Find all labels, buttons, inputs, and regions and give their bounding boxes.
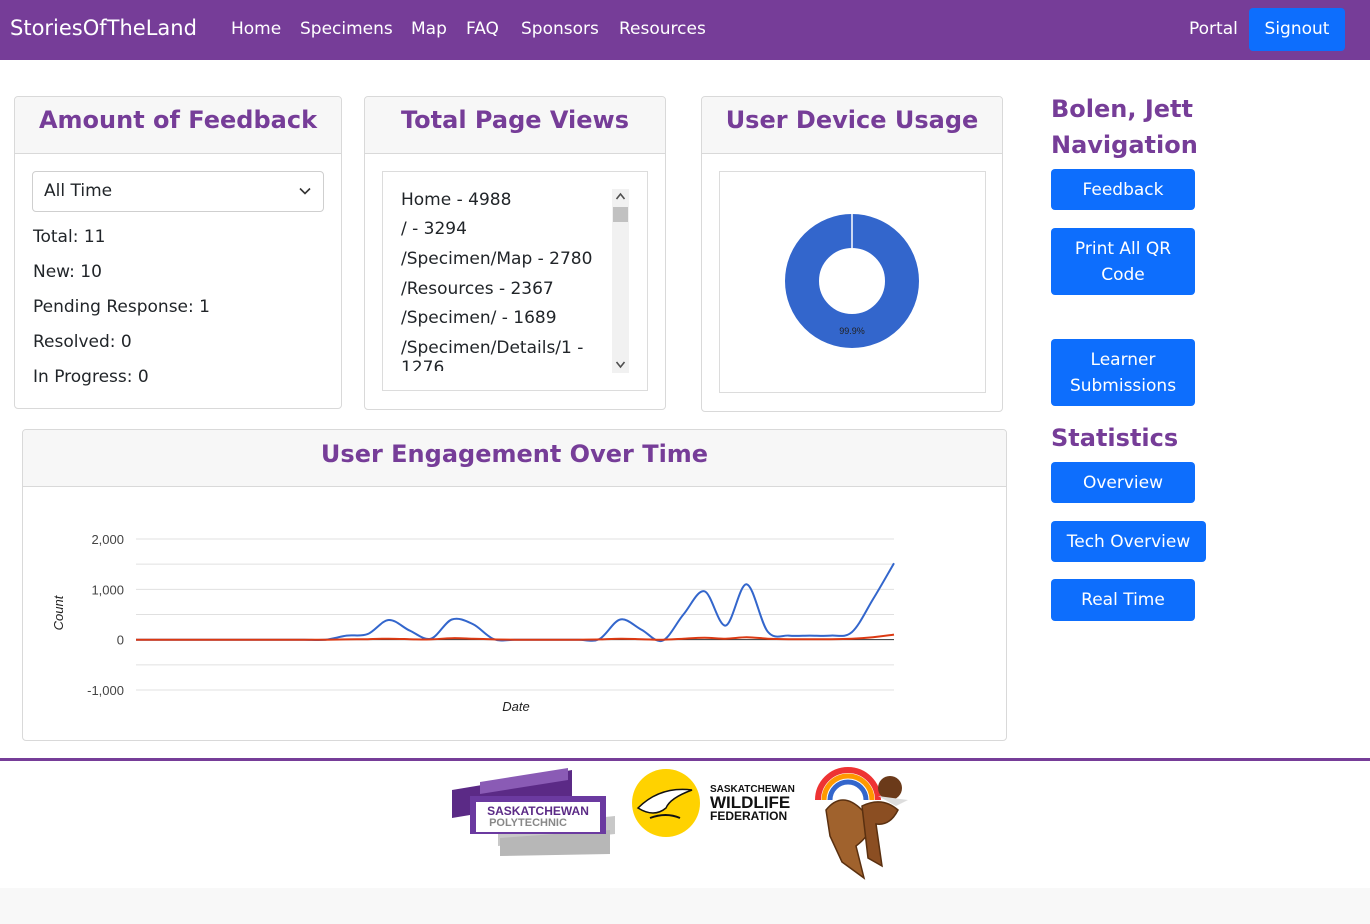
y-tick-label: -1,000 (87, 683, 124, 698)
feedback-button-label: Feedback (1082, 179, 1164, 200)
device-donut-chart: 99.9% (785, 214, 919, 348)
list-item: /Resources - 2367 (401, 279, 554, 299)
footer-bar (0, 888, 1370, 924)
feedback-total: Total: 11 (33, 227, 106, 247)
engagement-line-chart: 2,000 1,000 0 -1,000 Count Date (51, 532, 895, 714)
sask-poly-text-1: SASKATCHEWAN (487, 804, 589, 818)
time-range-select[interactable]: All Time (32, 171, 324, 212)
print-qr-button[interactable]: Print All QR Code (1051, 228, 1195, 295)
engagement-card: User Engagement Over Time 2,000 1,000 0 -1,… (22, 429, 1007, 741)
list-item: / - 3294 (401, 219, 467, 239)
scroll-up-icon[interactable] (615, 192, 626, 201)
y-axis-label: Count (51, 594, 66, 630)
page-views-list[interactable]: Home - 4988 / - 3294 /Specimen/Map - 278… (401, 189, 611, 371)
print-qr-button-label: Print All QR Code (1074, 238, 1172, 285)
device-usage-card-title: User Device Usage (725, 106, 979, 134)
overview-button[interactable]: Overview (1051, 462, 1195, 503)
device-usage-card: User Device Usage 99.9% (701, 96, 1003, 412)
footer-divider (0, 758, 1370, 761)
feedback-pending: Pending Response: 1 (33, 297, 210, 317)
nav-faq[interactable]: FAQ (466, 19, 499, 39)
statistics-heading: Statistics (1051, 424, 1179, 452)
feedback-new: New: 10 (33, 262, 102, 282)
device-usage-chart-box: 99.9% (719, 171, 986, 393)
donut-slice-label: 99.9% (839, 326, 865, 336)
y-tick-label: 2,000 (91, 532, 124, 547)
top-navbar: StoriesOfTheLand Home Specimens Map FAQ … (0, 0, 1370, 60)
wildlife-federation-logo: SASKATCHEWAN WILDLIFE FEDERATION (632, 769, 795, 837)
nav-home[interactable]: Home (231, 19, 281, 39)
time-range-value: All Time (44, 181, 113, 201)
device-usage-card-header: User Device Usage (702, 97, 1002, 154)
feedback-button[interactable]: Feedback (1051, 169, 1195, 210)
list-item: 1276 (401, 358, 445, 371)
list-item: Home - 4988 (401, 190, 512, 210)
page-views-list-box: Home - 4988 / - 3294 /Specimen/Map - 278… (382, 171, 648, 391)
scroll-down-icon[interactable] (615, 360, 626, 369)
nav-specimens[interactable]: Specimens (300, 19, 393, 39)
learner-submissions-button[interactable]: Learner Submissions (1051, 339, 1195, 406)
list-item: /Specimen/Map - 2780 (401, 249, 593, 269)
tech-overview-button[interactable]: Tech Overview (1051, 521, 1206, 562)
signout-button[interactable]: Signout (1249, 8, 1345, 51)
feedback-resolved: Resolved: 0 (33, 332, 132, 352)
nav-resources[interactable]: Resources (619, 19, 706, 39)
list-item: /Specimen/Details/1 - (401, 338, 584, 358)
real-time-button[interactable]: Real Time (1051, 579, 1195, 621)
saskatchewan-polytechnic-logo: SASKATCHEWAN POLYTECHNIC (452, 768, 615, 856)
real-time-button-label: Real Time (1081, 590, 1165, 610)
nav-sponsors[interactable]: Sponsors (521, 19, 599, 39)
page-views-scrollbar[interactable] (612, 189, 629, 373)
indigenous-partner-logo (815, 767, 908, 880)
feedback-card-title: Amount of Feedback (38, 106, 318, 134)
list-item: /Specimen/ - 1689 (401, 308, 557, 328)
x-axis-label: Date (502, 699, 529, 714)
page-views-card: Total Page Views Home - 4988 / - 3294 /S… (364, 96, 666, 410)
page-views-card-header: Total Page Views (365, 97, 665, 154)
wildlife-text-3: FEDERATION (710, 809, 787, 823)
chevron-down-icon (299, 187, 311, 195)
page-views-card-title: Total Page Views (401, 106, 629, 134)
tech-overview-button-label: Tech Overview (1066, 531, 1191, 552)
navigation-heading: Navigation (1051, 131, 1198, 159)
sask-poly-text-2: POLYTECHNIC (489, 817, 567, 829)
feedback-card-header: Amount of Feedback (15, 97, 341, 154)
series-line-0[interactable] (136, 562, 895, 643)
brand-link[interactable]: StoriesOfTheLand (10, 16, 197, 40)
engagement-card-header: User Engagement Over Time (23, 430, 1006, 487)
portal-link[interactable]: Portal (1189, 19, 1238, 39)
y-tick-label: 1,000 (91, 582, 124, 597)
feedback-in-progress: In Progress: 0 (33, 367, 149, 387)
nav-map[interactable]: Map (411, 19, 447, 39)
feedback-card: Amount of Feedback All Time Total: 11 Ne… (14, 96, 342, 409)
overview-button-label: Overview (1082, 472, 1164, 493)
y-tick-label: 0 (117, 633, 124, 648)
scrollbar-thumb[interactable] (613, 207, 628, 222)
user-name-heading: Bolen, Jett (1051, 95, 1193, 123)
engagement-card-title: User Engagement Over Time (320, 440, 709, 468)
learner-submissions-button-label: Learner Submissions (1069, 349, 1177, 396)
